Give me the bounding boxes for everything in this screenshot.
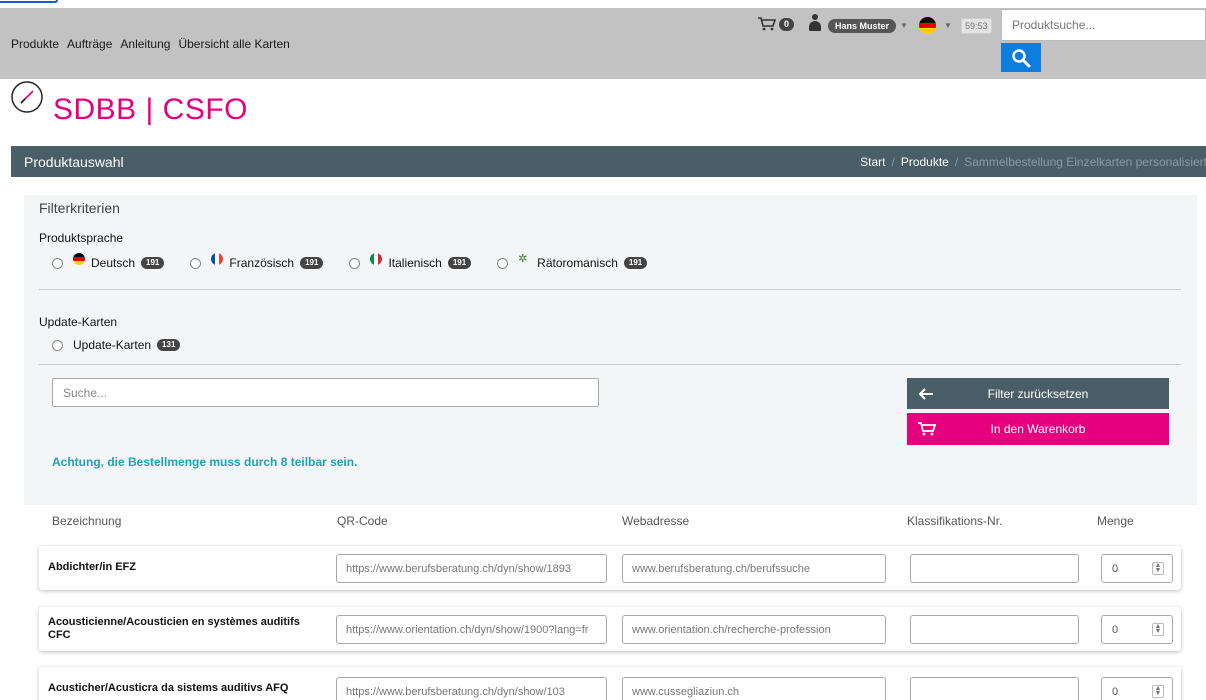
main-menu: Produkte Aufträge Anleitung Übersicht al… bbox=[11, 37, 290, 51]
search-input[interactable] bbox=[52, 378, 599, 407]
product-search-button[interactable] bbox=[1001, 43, 1041, 72]
count-badge: 191 bbox=[141, 257, 165, 269]
german-flag-icon bbox=[73, 253, 85, 265]
language-option-raetoromanisch[interactable]: ✲ Rätoromanisch 191 bbox=[497, 253, 648, 270]
language-label: Deutsch bbox=[91, 256, 136, 270]
user-caret-down-icon[interactable]: ▼ bbox=[900, 21, 908, 30]
breadcrumb-start[interactable]: Start bbox=[860, 155, 885, 169]
column-header-qr-code: QR-Code bbox=[337, 514, 388, 528]
column-header-menge: Menge bbox=[1097, 514, 1134, 528]
quantity-stepper[interactable]: 0 ▲ ▼ bbox=[1101, 554, 1173, 583]
top-edge-mark bbox=[0, 0, 58, 3]
web-address-field[interactable]: www.orientation.ch/recherche-profession bbox=[622, 615, 886, 644]
quantity-value: 0 bbox=[1112, 685, 1119, 698]
product-search-input[interactable] bbox=[1001, 9, 1206, 41]
update-cards-option[interactable]: Update-Karten 131 bbox=[52, 338, 181, 352]
qr-code-field[interactable]: https://www.berufsberatung.ch/dyn/show/1… bbox=[336, 554, 607, 583]
table-row: Acusticher/Acusticra da sistems auditivs… bbox=[39, 667, 1181, 700]
compass-logo-icon bbox=[11, 81, 43, 113]
add-to-cart-label: In den Warenkorb bbox=[990, 422, 1086, 436]
quantity-value: 0 bbox=[1112, 623, 1119, 636]
german-flag-icon[interactable] bbox=[919, 17, 936, 34]
nav-item-anleitung[interactable]: Anleitung bbox=[120, 37, 170, 51]
qr-code-field[interactable]: https://www.berufsberatung.ch/dyn/show/1… bbox=[336, 677, 607, 700]
radio-italienisch[interactable] bbox=[349, 257, 361, 269]
language-option-franzoesisch[interactable]: Französisch 191 bbox=[190, 253, 324, 270]
column-header-klassifikation: Klassifikations-Nr. bbox=[907, 514, 1003, 528]
logo-text: SDBB | CSFO bbox=[53, 93, 248, 126]
qr-code-field[interactable]: https://www.orientation.ch/dyn/show/1900… bbox=[336, 615, 607, 644]
nav-item-auftraege[interactable]: Aufträge bbox=[67, 37, 112, 51]
cart-button[interactable]: 0 bbox=[758, 17, 795, 31]
user-menu-button[interactable]: Hans Muster bbox=[828, 19, 897, 33]
cart-count-badge: 0 bbox=[779, 17, 795, 31]
top-strip bbox=[0, 0, 1206, 8]
row-name: Acusticher/Acusticra da sistems auditivs… bbox=[48, 682, 289, 694]
language-caret-down-icon[interactable]: ▼ bbox=[944, 21, 952, 30]
web-address-field[interactable]: www.berufsberatung.ch/berufssuche bbox=[622, 554, 886, 583]
divider bbox=[39, 364, 1181, 365]
breadcrumb: Start / Produkte / Sammelbestellung Einzelka… bbox=[860, 155, 1206, 169]
filter-title: Filterkriterien bbox=[39, 200, 120, 216]
reset-filter-button[interactable]: Filter zurücksetzen bbox=[907, 378, 1169, 409]
quantity-value: 0 bbox=[1112, 562, 1119, 575]
language-filter-label: Produktsprache bbox=[39, 231, 124, 245]
table-row: Acousticienne/Acousticien en systèmes au… bbox=[39, 607, 1181, 651]
add-to-cart-button[interactable]: In den Warenkorb bbox=[907, 413, 1169, 445]
page-header: Produktauswahl Start / Produkte / Sammelbest… bbox=[11, 146, 1206, 177]
nav-item-uebersicht[interactable]: Übersicht alle Karten bbox=[178, 37, 289, 51]
breadcrumb-current: Sammelbestellung Einzelkarten personalis… bbox=[964, 155, 1206, 169]
column-header-webadresse: Webadresse bbox=[622, 514, 690, 528]
language-option-italienisch[interactable]: Italienisch 191 bbox=[349, 253, 472, 270]
language-label: Französisch bbox=[229, 256, 295, 270]
count-badge: 191 bbox=[300, 257, 324, 269]
language-label: Italienisch bbox=[388, 256, 442, 270]
classification-field[interactable] bbox=[910, 677, 1079, 700]
row-name: Abdichter/in EFZ bbox=[48, 561, 136, 573]
cart-icon bbox=[918, 422, 936, 436]
web-address-field[interactable]: www.cussegliaziun.ch bbox=[622, 677, 886, 700]
radio-franzoesisch[interactable] bbox=[190, 257, 202, 269]
radio-deutsch[interactable] bbox=[52, 257, 63, 269]
column-header-bezeichnung: Bezeichnung bbox=[52, 514, 122, 528]
count-badge: 191 bbox=[623, 257, 648, 269]
search-icon bbox=[1012, 48, 1031, 67]
radio-raetoromanisch[interactable] bbox=[497, 257, 509, 269]
french-flag-icon bbox=[211, 253, 224, 265]
spinner-arrows-icon[interactable]: ▲ ▼ bbox=[1152, 623, 1164, 636]
nav-item-produkte[interactable]: Produkte bbox=[11, 37, 59, 51]
reset-filter-label: Filter zurücksetzen bbox=[987, 386, 1089, 401]
user-icon bbox=[809, 14, 821, 32]
language-label: Rätoromanisch bbox=[537, 256, 618, 270]
cart-icon bbox=[758, 17, 776, 31]
language-option-deutsch[interactable]: Deutsch 191 bbox=[52, 253, 165, 270]
romansh-emblem-icon: ✲ bbox=[518, 253, 528, 265]
divider bbox=[39, 289, 1181, 290]
update-filter-options: Update-Karten 131 bbox=[52, 338, 206, 352]
update-filter-label: Update-Karten bbox=[39, 315, 118, 329]
page-title: Produktauswahl bbox=[24, 154, 124, 170]
quantity-stepper[interactable]: 0 ▲ ▼ bbox=[1101, 615, 1173, 644]
quantity-warning: Achtung, die Bestellmenge muss durch 8 t… bbox=[52, 455, 358, 469]
update-option-label: Update-Karten bbox=[73, 338, 152, 352]
count-badge: 131 bbox=[157, 339, 181, 351]
classification-field[interactable] bbox=[910, 554, 1079, 583]
table-row: Abdichter/in EFZ https://www.berufsberat… bbox=[39, 546, 1181, 590]
italian-flag-icon bbox=[370, 253, 383, 265]
spinner-arrows-icon[interactable]: ▲ ▼ bbox=[1152, 562, 1164, 575]
undo-arrow-icon bbox=[919, 387, 933, 400]
session-timer: 59:53 bbox=[961, 18, 992, 34]
quantity-stepper[interactable]: 0 ▲ ▼ bbox=[1101, 677, 1173, 700]
radio-update-karten[interactable] bbox=[52, 339, 63, 351]
count-badge: 191 bbox=[447, 257, 472, 269]
row-name: Acousticienne/Acousticien en systèmes au… bbox=[48, 616, 300, 641]
breadcrumb-produkte[interactable]: Produkte bbox=[901, 155, 949, 169]
spinner-arrows-icon[interactable]: ▲ ▼ bbox=[1152, 685, 1164, 698]
language-filter-options: Deutsch 191 Französisch 191 Italienisch … bbox=[52, 253, 673, 270]
classification-field[interactable] bbox=[910, 615, 1079, 644]
